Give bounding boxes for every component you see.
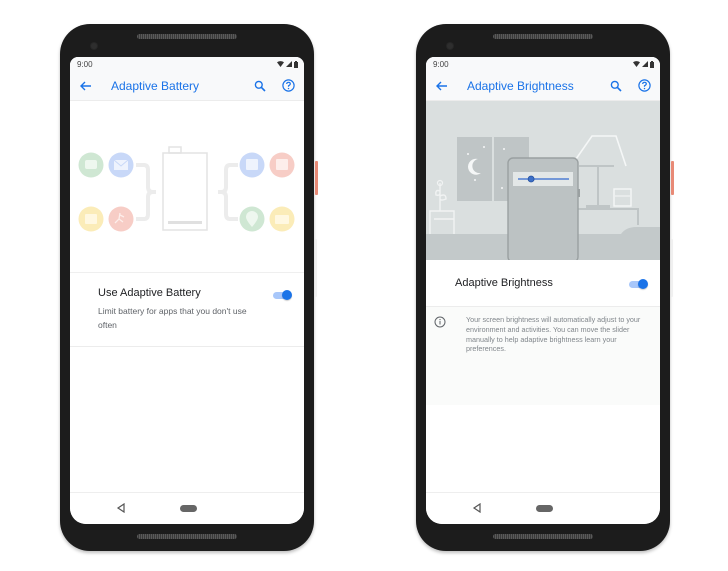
info-text: Your screen brightness will automaticall…: [466, 315, 641, 354]
search-button[interactable]: [608, 78, 624, 94]
back-button[interactable]: [435, 79, 449, 93]
messages-icon: [78, 152, 104, 178]
front-camera: [91, 43, 97, 49]
status-time: 9:00: [77, 59, 93, 69]
status-time: 9:00: [433, 59, 449, 69]
power-button: [671, 161, 674, 195]
use-adaptive-battery-setting[interactable]: Use Adaptive Battery Limit battery for a…: [70, 273, 304, 347]
nav-home-pill-icon[interactable]: [536, 505, 553, 512]
app-bar: Adaptive Battery: [70, 71, 304, 101]
back-button[interactable]: [79, 79, 93, 93]
power-button: [315, 161, 318, 195]
front-camera: [447, 43, 453, 49]
earpiece-speaker: [493, 34, 593, 39]
phone-adaptive-battery: 9:00 Adaptive Battery Use Adaptive Batte…: [60, 24, 318, 551]
battery-icon: [294, 60, 298, 68]
nav-back-icon[interactable]: [472, 503, 482, 513]
search-icon: [610, 80, 622, 92]
help-button[interactable]: [636, 78, 652, 94]
signal-icon: [286, 61, 292, 67]
page-title: Adaptive Brightness: [467, 78, 574, 93]
calendar-icon: [239, 152, 265, 178]
status-bar: 9:00: [426, 57, 660, 71]
brightness-slider-thumb: [527, 175, 535, 183]
maps-pin-icon: [239, 206, 265, 232]
volume-button: [315, 239, 317, 297]
battery-icon: [650, 60, 654, 68]
phone-adaptive-brightness: 9:00 Adaptive Brightness Adaptive Bright…: [416, 24, 674, 551]
screen: 9:00 Adaptive Brightness Adaptive Bright…: [426, 57, 660, 524]
setting-title: Use Adaptive Battery: [98, 287, 201, 299]
nav-back-icon[interactable]: [116, 503, 126, 513]
adaptive-brightness-toggle[interactable]: [628, 278, 648, 290]
earpiece-speaker: [137, 34, 237, 39]
briefcase-icon: [78, 206, 104, 232]
page-title: Adaptive Battery: [111, 78, 200, 93]
adaptive-brightness-illustration: [426, 101, 660, 260]
help-icon: [637, 79, 651, 92]
help-button[interactable]: [280, 78, 296, 94]
fitness-run-icon: [108, 206, 134, 232]
arrow-left-icon: [436, 81, 447, 90]
status-bar: 9:00: [70, 57, 304, 71]
info-section: Your screen brightness will automaticall…: [426, 307, 660, 405]
video-icon: [269, 206, 295, 232]
adaptive-battery-illustration: [70, 101, 304, 273]
wifi-icon: [277, 61, 284, 67]
wifi-icon: [633, 61, 640, 67]
bottom-speaker: [137, 534, 237, 539]
bottom-speaker: [493, 534, 593, 539]
screen: 9:00 Adaptive Battery Use Adaptive Batte…: [70, 57, 304, 524]
search-button[interactable]: [252, 78, 268, 94]
signal-icon: [642, 61, 648, 67]
arrow-left-icon: [80, 81, 91, 90]
play-icon: [269, 152, 295, 178]
battery-outline-icon: [162, 146, 208, 231]
adaptive-battery-toggle[interactable]: [272, 289, 292, 301]
plant-shape: [429, 179, 455, 234]
nav-home-pill-icon[interactable]: [180, 505, 197, 512]
search-icon: [254, 80, 266, 92]
phone-mockup: [507, 157, 580, 260]
adaptive-brightness-setting[interactable]: Adaptive Brightness: [426, 260, 660, 307]
setting-summary: Limit battery for apps that you don't us…: [98, 306, 247, 330]
glass-icon: [613, 188, 632, 207]
navigation-bar: [70, 492, 304, 524]
help-icon: [281, 79, 295, 92]
app-bar: Adaptive Brightness: [426, 71, 660, 101]
volume-button: [671, 239, 673, 297]
lamp-shape: [571, 135, 639, 225]
navigation-bar: [426, 492, 660, 524]
email-icon: [108, 152, 134, 178]
info-icon: [434, 316, 446, 328]
